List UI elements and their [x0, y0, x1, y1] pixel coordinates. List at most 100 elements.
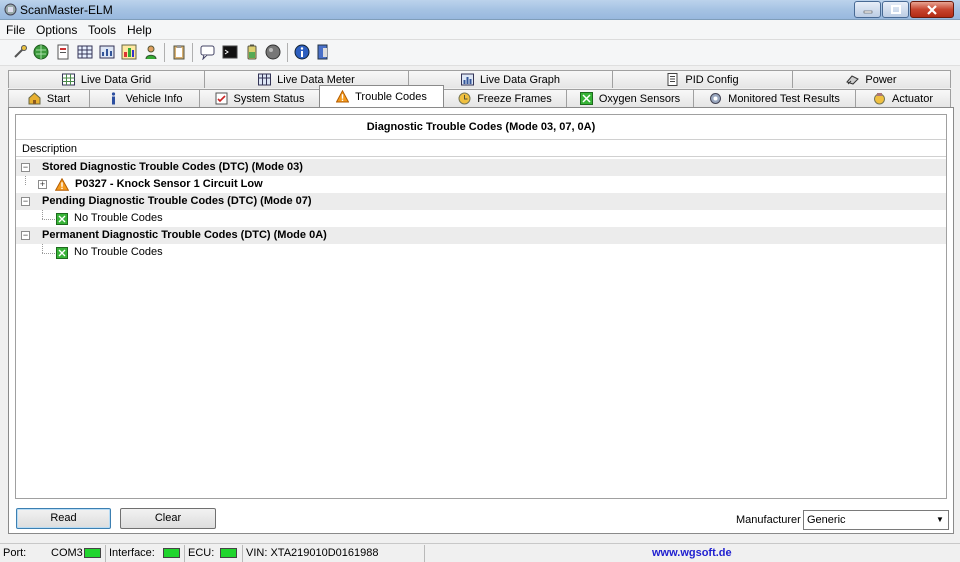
- start-icon: [28, 92, 41, 105]
- tree-group-stored[interactable]: − Stored Diagnostic Trouble Codes (DTC) …: [16, 159, 946, 176]
- group-label: Pending Diagnostic Trouble Codes (DTC) (…: [42, 195, 312, 207]
- tab-label: Actuator: [892, 92, 933, 105]
- clipboard-icon[interactable]: [171, 44, 187, 60]
- read-button[interactable]: Read: [16, 508, 111, 529]
- group-label: Stored Diagnostic Trouble Codes (DTC) (M…: [42, 161, 303, 173]
- tab-label: Trouble Codes: [355, 90, 427, 103]
- collapse-icon[interactable]: −: [21, 231, 30, 240]
- chevron-down-icon[interactable]: ▼: [932, 511, 948, 529]
- tab-label: Start: [46, 92, 71, 105]
- tab-vehicle-info[interactable]: Vehicle Info: [89, 89, 200, 107]
- menu-help[interactable]: Help: [127, 23, 152, 37]
- minimize-icon: [863, 10, 872, 13]
- tree-group-permanent[interactable]: − Permanent Diagnostic Trouble Codes (DT…: [16, 227, 946, 244]
- tab-power[interactable]: Power: [792, 70, 951, 88]
- tab-start[interactable]: Start: [8, 89, 90, 107]
- tab-trouble-codes[interactable]: Trouble Codes: [319, 85, 444, 107]
- toolbar: [0, 40, 960, 66]
- stop-icon[interactable]: [265, 44, 281, 60]
- tab-label: Vehicle Info: [125, 92, 183, 105]
- menu-file[interactable]: File: [6, 23, 25, 37]
- dtc-tree: − Stored Diagnostic Trouble Codes (DTC) …: [16, 159, 946, 261]
- oxygen-icon: [579, 92, 593, 105]
- no-codes-label: No Trouble Codes: [74, 246, 163, 258]
- tab-freeze-frames[interactable]: Freeze Frames: [443, 89, 567, 107]
- dtc-tree-view: Diagnostic Trouble Codes (Mode 03, 07, 0…: [15, 114, 947, 499]
- menu-options[interactable]: Options: [36, 23, 77, 37]
- status-bar: Port: COM3 Interface: ECU: VIN: XTA21901…: [0, 543, 960, 562]
- tab-pid-config[interactable]: PID Config: [612, 70, 793, 88]
- tab-live-data-grid[interactable]: Live Data Grid: [8, 70, 205, 88]
- tab-label: Live Data Graph: [479, 73, 561, 86]
- toolbar-separator: [164, 43, 165, 62]
- tab-monitored-test-results[interactable]: Monitored Test Results: [693, 89, 856, 107]
- chart-icon[interactable]: [121, 44, 137, 60]
- column-header-description[interactable]: Description: [16, 141, 946, 157]
- trouble-codes-panel: Diagnostic Trouble Codes (Mode 03, 07, 0…: [8, 107, 954, 534]
- clear-button[interactable]: Clear: [120, 508, 216, 529]
- tab-system-status[interactable]: System Status: [199, 89, 320, 107]
- port-status-led: [84, 548, 101, 558]
- gear-icon: [710, 93, 722, 104]
- info-icon[interactable]: [294, 44, 310, 60]
- tab-label: Monitored Test Results: [728, 92, 840, 105]
- ecu-status-led: [220, 548, 237, 558]
- person-icon[interactable]: [143, 44, 159, 60]
- vin-label: VIN: XTA219010D0161988: [246, 547, 379, 559]
- document-icon[interactable]: [55, 44, 71, 60]
- chat-icon[interactable]: [200, 44, 216, 60]
- maximize-button[interactable]: [882, 1, 909, 18]
- status-icon: [215, 92, 228, 105]
- tree-group-pending[interactable]: − Pending Diagnostic Trouble Codes (DTC)…: [16, 193, 946, 210]
- exit-icon[interactable]: [315, 44, 331, 60]
- tree-item-no-codes[interactable]: No Trouble Codes: [16, 210, 946, 227]
- collapse-icon[interactable]: −: [21, 163, 30, 172]
- website-link[interactable]: www.wgsoft.de: [652, 546, 732, 561]
- power-icon: [846, 75, 860, 85]
- meter-icon[interactable]: [99, 44, 115, 60]
- ok-icon: [56, 213, 68, 225]
- expand-icon[interactable]: +: [38, 180, 47, 189]
- toolbar-separator: [192, 43, 193, 62]
- battery-icon[interactable]: [244, 44, 260, 60]
- tree-item-dtc[interactable]: + P0327 - Knock Sensor 1 Circuit Low: [16, 176, 946, 193]
- tab-row-bottom: Start Vehicle Info System Status Trouble…: [8, 85, 951, 107]
- collapse-icon[interactable]: −: [21, 197, 30, 206]
- toolbar-separator: [287, 43, 288, 62]
- maximize-icon: [890, 5, 901, 14]
- warning-icon: [55, 178, 69, 191]
- tab-label: Oxygen Sensors: [598, 92, 681, 105]
- group-label: Permanent Diagnostic Trouble Codes (DTC)…: [42, 229, 327, 241]
- no-codes-label: No Trouble Codes: [74, 212, 163, 224]
- tab-actuator[interactable]: Actuator: [855, 89, 951, 107]
- manufacturer-select[interactable]: Generic ▼: [803, 510, 949, 530]
- tab-label: Freeze Frames: [477, 92, 552, 105]
- terminal-icon[interactable]: [222, 44, 238, 60]
- close-icon: [927, 4, 937, 15]
- close-button[interactable]: [910, 1, 954, 18]
- tab-label: Power: [865, 73, 897, 86]
- port-label: Port:: [3, 547, 27, 559]
- menu-bar: File Options Tools Help: [0, 20, 960, 40]
- interface-label: Interface:: [109, 547, 155, 559]
- minimize-button[interactable]: [854, 1, 881, 18]
- ok-icon: [56, 247, 68, 259]
- connect-icon[interactable]: [12, 44, 28, 60]
- ecu-label: ECU:: [188, 547, 215, 559]
- panel-title: Diagnostic Trouble Codes (Mode 03, 07, 0…: [16, 115, 946, 140]
- globe-icon[interactable]: [33, 44, 49, 60]
- title-bar: ScanMaster-ELM: [0, 0, 960, 20]
- port-value: COM3: [51, 547, 83, 559]
- tab-row-top: Live Data Grid Live Data Meter Live Data…: [8, 70, 951, 88]
- window-title: ScanMaster-ELM: [20, 3, 113, 17]
- manufacturer-value: Generic: [807, 514, 846, 526]
- interface-status-led: [163, 548, 180, 558]
- tree-item-no-codes[interactable]: No Trouble Codes: [16, 244, 946, 261]
- manufacturer-label: Manufacturer: [736, 514, 801, 526]
- tab-label: Live Data Grid: [80, 73, 152, 86]
- info-icon: [111, 92, 115, 105]
- menu-tools[interactable]: Tools: [88, 23, 116, 37]
- grid-icon[interactable]: [77, 44, 93, 60]
- tab-oxygen-sensors[interactable]: Oxygen Sensors: [566, 89, 694, 107]
- freeze-icon: [458, 92, 471, 105]
